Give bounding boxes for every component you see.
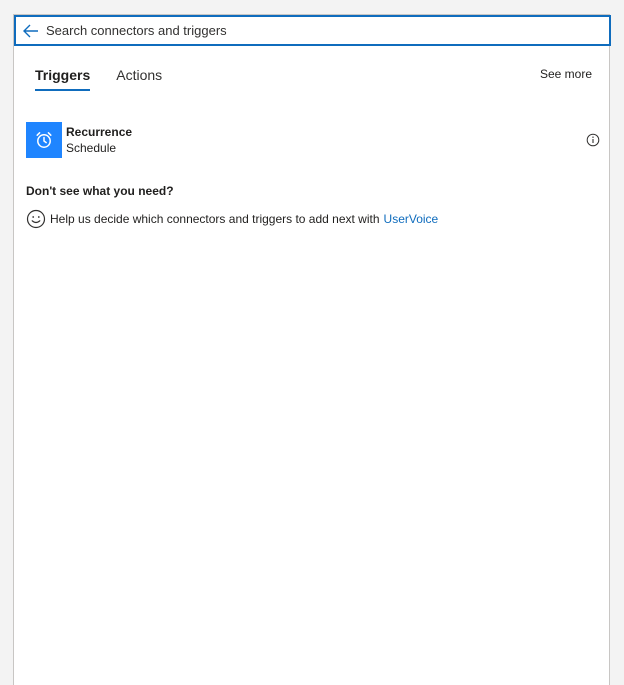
help-text: Help us decide which connectors and trig… [50, 212, 380, 226]
arrow-left-icon [23, 24, 38, 37]
back-button[interactable] [18, 17, 44, 44]
tab-actions[interactable]: Actions [116, 67, 162, 91]
info-icon[interactable] [586, 133, 600, 147]
tab-list: Triggers Actions [35, 67, 162, 91]
smiley-icon [26, 209, 46, 229]
search-bar [14, 15, 611, 46]
trigger-connector: Schedule [66, 140, 117, 155]
search-input[interactable] [44, 18, 609, 43]
trigger-item-recurrence[interactable]: Recurrence Schedule [26, 121, 600, 158]
trigger-name: Recurrence [66, 124, 133, 139]
trigger-text: Recurrence Schedule [66, 124, 132, 156]
trigger-icon-tile [26, 121, 62, 158]
help-row: Help us decide which connectors and trig… [26, 209, 438, 229]
uservoice-link[interactable]: UserVoice [384, 212, 439, 226]
alarm-clock-icon [36, 131, 52, 148]
tab-triggers[interactable]: Triggers [35, 67, 91, 91]
trigger-picker-panel: Triggers Actions See more Recurrence Sch… [13, 14, 611, 685]
see-more-link[interactable]: See more [540, 67, 592, 81]
help-heading: Don't see what you need? [26, 184, 174, 198]
